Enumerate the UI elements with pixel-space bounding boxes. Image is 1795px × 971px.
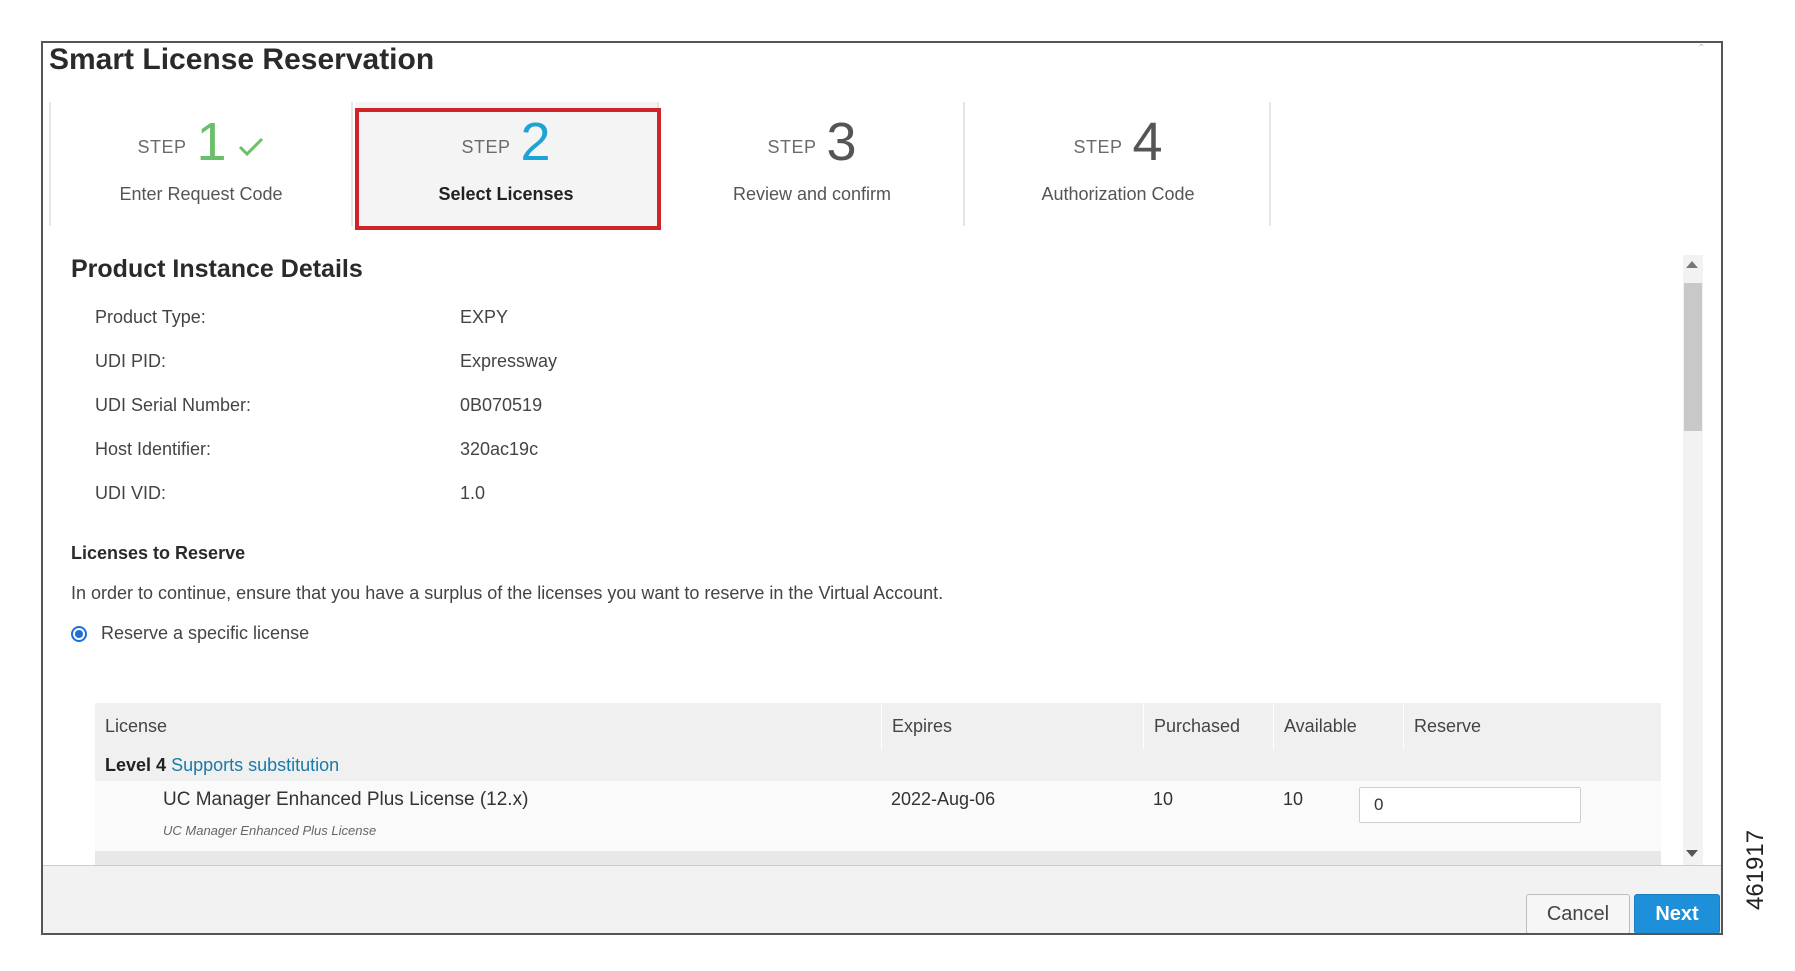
step-3-header: STEP 3 [661, 112, 963, 172]
detail-value: 0B070519 [460, 395, 543, 415]
figure-id-label: 461917 [1742, 829, 1769, 910]
product-instance-details-title: Product Instance Details [71, 255, 363, 283]
checkmark-icon [238, 137, 263, 157]
step-label: Select Licenses [438, 184, 574, 204]
step-1[interactable]: STEP 1 Enter Request Code [49, 102, 353, 226]
table-header: License Expires Purchased Available Rese… [95, 703, 1661, 750]
step-number: 2 [520, 112, 551, 172]
step-1-header: STEP 1 [51, 112, 351, 172]
dialog-content: Product Instance Details Product Type: E… [43, 255, 1683, 865]
wizard-steps: STEP 1 Enter Request Code STEP 2 Select … [49, 102, 1271, 226]
step-4-header: STEP 4 [967, 112, 1269, 172]
scroll-thumb[interactable] [1684, 283, 1702, 431]
step-2[interactable]: STEP 2 Select Licenses [355, 102, 659, 226]
detail-value: 1.0 [460, 483, 486, 503]
license-available: 10 [1283, 789, 1304, 809]
step-label: Enter Request Code [119, 184, 283, 204]
step-word: STEP [461, 136, 511, 157]
collapse-caret-icon[interactable]: ˆ [1699, 43, 1715, 56]
column-header-purchased[interactable]: Purchased [1143, 703, 1273, 749]
detail-label: Host Identifier: [95, 439, 212, 459]
step-word: STEP [1073, 136, 1123, 157]
column-header-expires[interactable]: Expires [881, 703, 1143, 749]
step-4[interactable]: STEP 4 Authorization Code [967, 102, 1271, 226]
scroll-down-arrow-icon[interactable] [1686, 850, 1698, 857]
step-label: Authorization Code [1041, 184, 1195, 204]
radio-label: Reserve a specific license [101, 623, 310, 643]
reserve-specific-license-option[interactable]: Reserve a specific license [71, 623, 309, 644]
reserve-specific-license-radio[interactable] [71, 625, 87, 642]
step-number: 4 [1132, 112, 1163, 172]
detail-value: EXPY [460, 307, 509, 327]
reserve-quantity-input[interactable] [1359, 787, 1581, 823]
content-scrollbar[interactable] [1683, 255, 1703, 865]
detail-value: Expressway [460, 351, 558, 371]
detail-label: UDI PID: [95, 351, 167, 371]
smart-license-reservation-dialog: Smart License Reservation ˆ STEP 1 Enter… [41, 41, 1723, 935]
license-purchased: 10 [1153, 789, 1174, 809]
dialog-title: Smart License Reservation [49, 43, 435, 76]
screenshot-frame: Smart License Reservation ˆ STEP 1 Enter… [0, 0, 1795, 971]
detail-value: 320ac19c [460, 439, 539, 459]
license-group-level-5: Level 5 [95, 851, 1661, 865]
license-group-level-4: Level 4 Supports substitution [95, 749, 1661, 781]
detail-label: UDI VID: [95, 483, 167, 503]
step-2-header: STEP 2 [355, 112, 657, 172]
detail-label: UDI Serial Number: [95, 395, 252, 415]
column-header-license[interactable]: License [95, 703, 881, 749]
step-3[interactable]: STEP 3 Review and confirm [661, 102, 965, 226]
step-label: Review and confirm [732, 184, 892, 204]
supports-substitution-link[interactable]: Supports substitution [171, 755, 339, 775]
step-number: 1 [196, 112, 227, 172]
step-number: 3 [826, 112, 857, 172]
licenses-info-text: In order to continue, ensure that you ha… [71, 583, 944, 603]
column-header-available[interactable]: Available [1273, 703, 1403, 749]
table-row: UC Manager Enhanced Plus License (12.x) … [95, 781, 1661, 851]
license-expires: 2022-Aug-06 [891, 789, 996, 809]
license-name: UC Manager Enhanced Plus License (12.x) [163, 789, 529, 810]
step-word: STEP [137, 136, 187, 157]
step-word: STEP [767, 136, 817, 157]
detail-label: Product Type: [95, 307, 206, 327]
cancel-button[interactable]: Cancel [1526, 894, 1630, 933]
dialog-footer: Cancel Next [43, 865, 1721, 933]
group-level: Level 4 [105, 755, 167, 775]
next-button[interactable]: Next [1634, 894, 1720, 933]
licenses-to-reserve-title: Licenses to Reserve [71, 543, 246, 563]
radio-selected-dot [75, 629, 83, 638]
scroll-up-arrow-icon[interactable] [1686, 261, 1698, 268]
license-subname: UC Manager Enhanced Plus License [163, 823, 377, 838]
column-header-reserve[interactable]: Reserve [1403, 703, 1661, 749]
